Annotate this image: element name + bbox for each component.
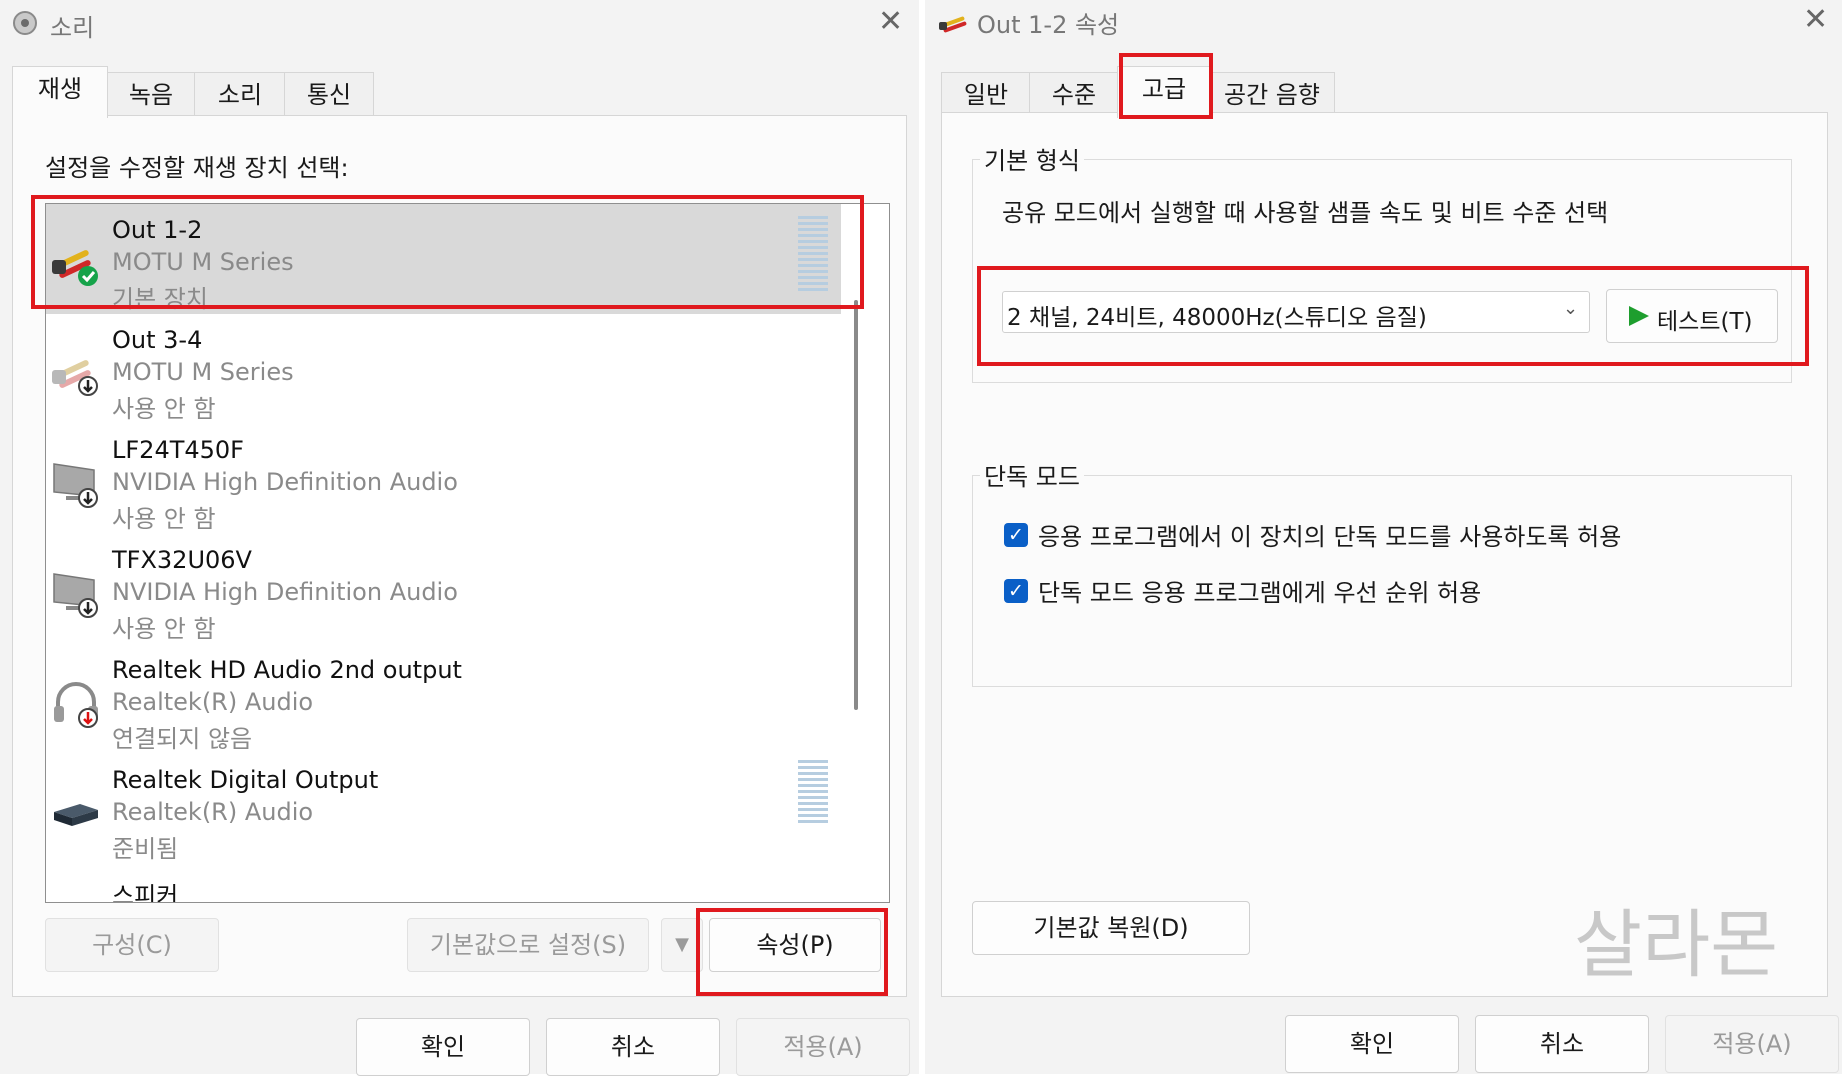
device-list[interactable]: Out 1-2 MOTU M Series 기본 장치 Out 3-4 MOTU…	[45, 203, 890, 903]
device-driver: Realtek(R) Audio	[112, 798, 314, 826]
sample-format-select[interactable]: 2 채널, 24비트, 48000Hz(스튜디오 음질) ⌄	[1002, 291, 1590, 333]
tab-sounds[interactable]: 소리	[194, 72, 286, 115]
device-driver: MOTU M Series	[112, 248, 294, 276]
monitor-icon	[53, 463, 98, 508]
properties-dialog: Out 1-2 속성 ✕ 일반 수준 고급 공간 음향 기본 형식 공유 모드에…	[925, 0, 1842, 1074]
speaker-app-icon	[13, 11, 37, 35]
device-driver: NVIDIA High Definition Audio	[112, 468, 458, 496]
device-row-out-1-2[interactable]: Out 1-2 MOTU M Series 기본 장치	[46, 204, 841, 314]
allow-exclusive-checkbox[interactable]: ✓	[1004, 523, 1028, 547]
set-default-button[interactable]: 기본값으로 설정(S)	[407, 918, 649, 972]
tab-spatial-sound[interactable]: 공간 음향	[1209, 72, 1335, 115]
device-row-lf24t450f[interactable]: LF24T450F NVIDIA High Definition Audio 사…	[46, 424, 841, 534]
digital-output-icon	[54, 804, 98, 826]
apply-button[interactable]: 적용(A)	[1665, 1015, 1839, 1073]
device-status: 사용 안 함	[112, 505, 216, 533]
device-status: 사용 안 함	[112, 395, 216, 423]
exclusive-priority-checkbox[interactable]: ✓	[1004, 579, 1028, 603]
device-name: 스피커	[112, 882, 179, 903]
test-button[interactable]: 테스트(T)	[1606, 289, 1778, 343]
device-row-realtek-digital[interactable]: Realtek Digital Output Realtek(R) Audio …	[46, 754, 841, 864]
device-row-speaker[interactable]: 스피커	[46, 864, 841, 903]
tab-recording[interactable]: 녹음	[106, 72, 196, 115]
ok-button[interactable]: 확인	[356, 1018, 530, 1076]
device-status: 사용 안 함	[112, 615, 216, 643]
allow-exclusive-label[interactable]: 응용 프로그램에서 이 장치의 단독 모드를 사용하도록 허용	[1038, 517, 1621, 552]
default-format-description: 공유 모드에서 실행할 때 사용할 샘플 속도 및 비트 수준 선택	[1002, 199, 1609, 227]
device-status: 기본 장치	[112, 285, 208, 313]
tab-general[interactable]: 일반	[941, 72, 1031, 115]
volume-meter	[798, 760, 828, 826]
volume-meter	[798, 216, 828, 294]
test-button-label: 테스트(T)	[1657, 309, 1753, 335]
close-icon[interactable]: ✕	[1803, 2, 1828, 37]
device-driver: MOTU M Series	[112, 358, 294, 386]
ok-button[interactable]: 확인	[1285, 1015, 1459, 1073]
restore-defaults-button[interactable]: 기본값 복원(D)	[972, 901, 1250, 955]
sample-format-value: 2 채널, 24비트, 48000Hz(스튜디오 음질)	[1007, 305, 1427, 331]
watermark: 살라몬	[1574, 902, 1779, 988]
device-row-realtek-2nd-output[interactable]: Realtek HD Audio 2nd output Realtek(R) A…	[46, 644, 841, 754]
device-name: Realtek HD Audio 2nd output	[112, 656, 462, 684]
device-name: TFX32U06V	[112, 546, 252, 574]
playback-panel: 설정을 수정할 재생 장치 선택: Out 1-2 MOTU M Series …	[12, 115, 907, 997]
close-icon[interactable]: ✕	[878, 4, 903, 39]
properties-button[interactable]: 속성(P)	[709, 918, 881, 972]
sound-dialog: 소리 ✕ 재생 녹음 소리 통신 설정을 수정할 재생 장치 선택: Out 1…	[0, 0, 923, 1076]
device-name: Out 3-4	[112, 326, 203, 354]
rca-cable-icon	[52, 250, 98, 286]
device-driver: NVIDIA High Definition Audio	[112, 578, 458, 606]
configure-button[interactable]: 구성(C)	[45, 918, 219, 972]
rca-cable-icon	[939, 16, 967, 33]
device-row-tfx32u06v[interactable]: TFX32U06V NVIDIA High Definition Audio 사…	[46, 534, 841, 644]
device-name: Realtek Digital Output	[112, 766, 379, 794]
rca-cable-disabled-icon	[52, 360, 98, 396]
chevron-down-icon: ⌄	[1563, 298, 1579, 319]
default-format-label: 기본 형식	[980, 141, 1084, 176]
headphones-icon	[54, 682, 98, 728]
apply-button[interactable]: 적용(A)	[736, 1018, 910, 1076]
device-select-instruction: 설정을 수정할 재생 장치 선택:	[45, 154, 349, 182]
window-title: 소리	[50, 14, 95, 42]
play-icon	[1629, 306, 1649, 326]
device-name: Out 1-2	[112, 216, 203, 244]
set-default-dropdown[interactable]: ▼	[661, 918, 703, 972]
tab-playback[interactable]: 재생	[12, 66, 108, 118]
device-status: 연결되지 않음	[112, 725, 253, 753]
advanced-panel: 기본 형식 공유 모드에서 실행할 때 사용할 샘플 속도 및 비트 수준 선택…	[941, 112, 1828, 997]
monitor-icon	[53, 573, 98, 618]
tab-levels[interactable]: 수준	[1029, 72, 1119, 115]
window-title: Out 1-2 속성	[977, 11, 1120, 39]
cancel-button[interactable]: 취소	[546, 1018, 720, 1076]
tab-communications[interactable]: 통신	[284, 72, 374, 115]
exclusive-mode-label: 단독 모드	[980, 457, 1084, 492]
device-status: 준비됨	[112, 835, 179, 863]
device-driver: Realtek(R) Audio	[112, 688, 314, 716]
cancel-button[interactable]: 취소	[1475, 1015, 1649, 1073]
chevron-down-icon: ▼	[675, 934, 689, 955]
tab-advanced[interactable]: 고급	[1117, 66, 1211, 118]
device-row-out-3-4[interactable]: Out 3-4 MOTU M Series 사용 안 함	[46, 314, 841, 424]
list-scrollbar[interactable]	[854, 300, 858, 710]
device-name: LF24T450F	[112, 436, 244, 464]
exclusive-priority-label[interactable]: 단독 모드 응용 프로그램에게 우선 순위 허용	[1038, 573, 1481, 608]
